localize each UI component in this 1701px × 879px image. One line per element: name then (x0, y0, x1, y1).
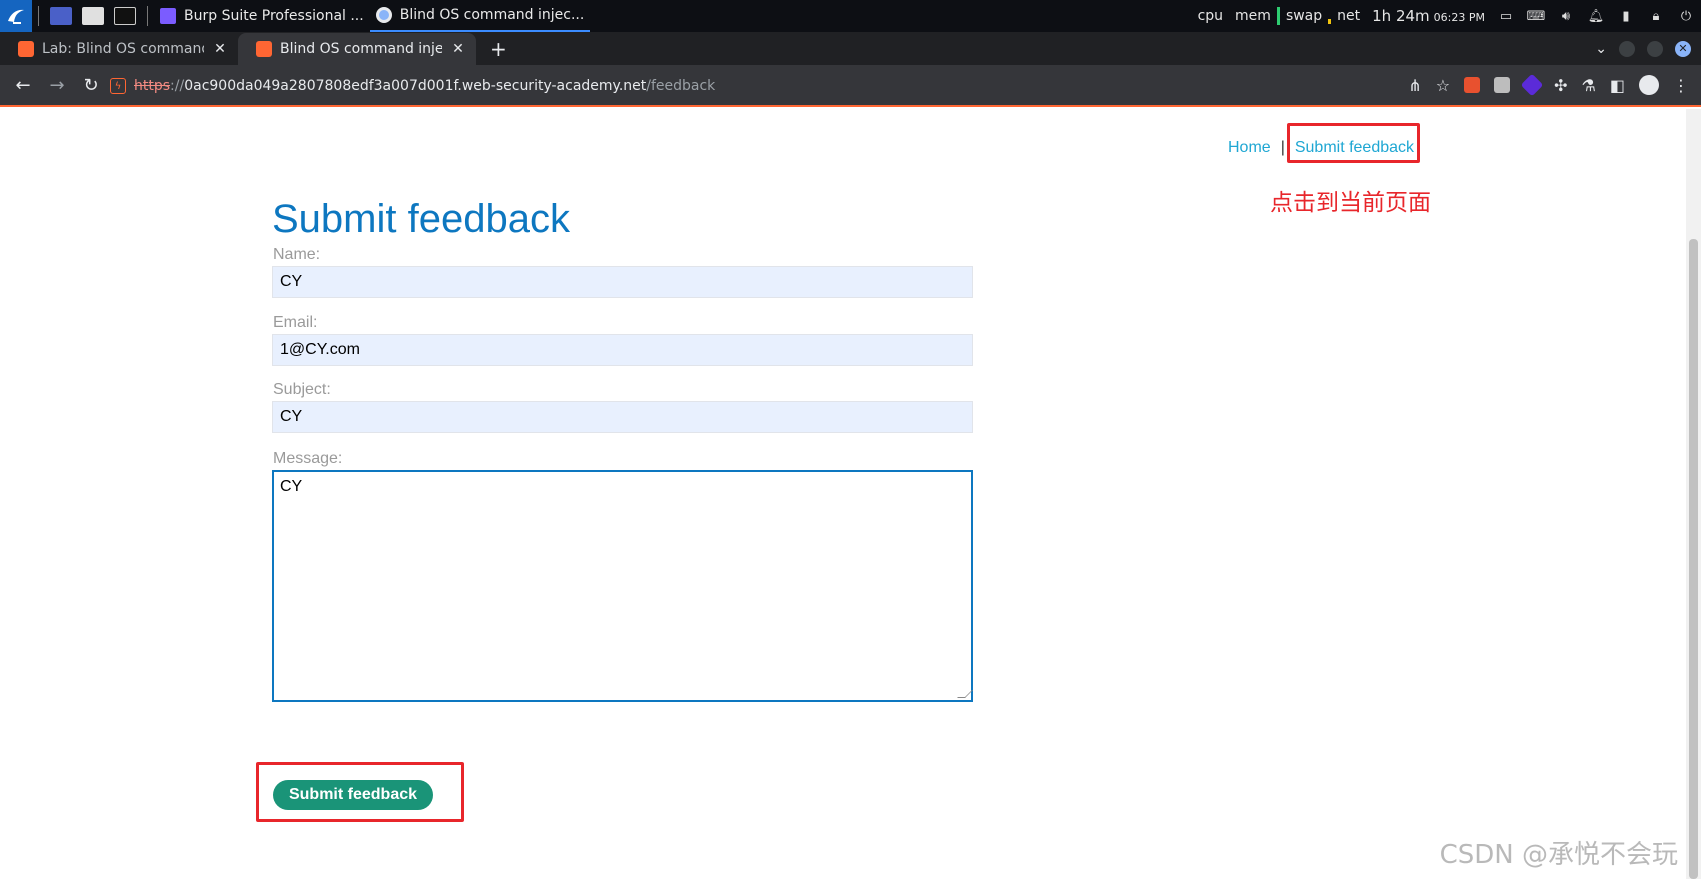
message-textarea[interactable]: CY (272, 470, 973, 702)
cpu-monitor: cpu (1197, 8, 1224, 24)
os-top-panel: Burp Suite Professional ... Blind OS com… (0, 0, 1701, 32)
system-tray: cpu mem swap net 1h 24m 06:23 PM ▭ ⌨ 🔊︎ 🔔… (1192, 0, 1701, 32)
bell-icon[interactable]: 🔔︎ (1587, 7, 1605, 25)
page-title: Submit feedback (272, 197, 570, 241)
clock[interactable]: 1h 24m 06:23 PM (1366, 7, 1491, 25)
name-label: Name: (273, 246, 321, 263)
sidepanel-icon[interactable]: ◧ (1610, 76, 1625, 95)
keyboard-icon[interactable]: ⌨ (1527, 7, 1546, 25)
email-label: Email: (273, 314, 318, 331)
share-icon[interactable]: ⋔ (1408, 76, 1421, 95)
subject-label: Subject: (273, 381, 331, 398)
scrollbar-thumb[interactable] (1689, 239, 1698, 879)
profile-avatar[interactable] (1639, 75, 1659, 95)
lock-icon[interactable]: 🔒︎ (1647, 7, 1665, 25)
power-icon[interactable]: ⏻ (1677, 7, 1695, 25)
url-host: 0ac900da049a2807808edf3a007d001f.web-sec… (184, 78, 647, 94)
web-page: Home | Submit feedback 点击到当前页面 Submit fe… (0, 109, 1686, 879)
browser-tab-strip: Lab: Blind OS command in ✕ Blind OS comm… (0, 32, 1701, 65)
page-scrollbar[interactable] (1686, 109, 1701, 879)
mem-monitor: mem (1235, 8, 1271, 24)
watermark: CSDN @承悦不会玩 (1439, 840, 1678, 870)
tab-title: Blind OS command injectio (280, 41, 442, 57)
panel-separator (147, 6, 148, 26)
reload-button[interactable]: ↻ (74, 68, 108, 102)
browser-toolbar: ← → ↻ ϟ https://0ac900da049a2807808edf3a… (0, 65, 1701, 107)
annotation-text: 点击到当前页面 (1270, 190, 1431, 216)
window-controls: ⌄ ✕ (1595, 32, 1691, 65)
kali-menu-icon[interactable] (0, 0, 32, 32)
volume-icon[interactable]: 🔊︎ (1557, 7, 1575, 25)
url-scheme: https (134, 78, 171, 94)
uptime: 1h 24m (1372, 7, 1430, 25)
battery-icon[interactable]: ▮ (1617, 7, 1635, 25)
close-window-button[interactable]: ✕ (1675, 40, 1691, 57)
maximize-button[interactable] (1647, 40, 1663, 57)
not-secure-icon[interactable]: ϟ (110, 78, 126, 94)
panel-separator (38, 6, 39, 26)
close-icon[interactable]: ✕ (450, 41, 466, 57)
flask-icon[interactable]: ⚗ (1582, 76, 1596, 95)
display-icon[interactable]: ▭ (1497, 7, 1515, 25)
taskbar-item-chrome[interactable]: Blind OS command injec... (369, 0, 591, 32)
portswigger-favicon-icon (18, 41, 34, 57)
menu-icon[interactable]: ⋮ (1673, 76, 1689, 95)
chevron-down-icon[interactable]: ⌄ (1595, 41, 1607, 57)
taskbar-item-label: Burp Suite Professional ... (184, 8, 364, 24)
net-monitor: net (1337, 8, 1361, 24)
message-label: Message: (273, 450, 343, 467)
url-path: /feedback (646, 78, 716, 94)
nav-home-link[interactable]: Home (1228, 139, 1271, 157)
file-manager-icon[interactable] (82, 7, 104, 25)
resize-handle[interactable] (957, 690, 973, 698)
taskbar-item-label: Blind OS command injec... (399, 7, 585, 23)
url-text[interactable]: https://0ac900da049a2807808edf3a007d001f… (134, 78, 715, 94)
chrome-icon (375, 7, 392, 23)
annotation-box (1287, 123, 1420, 163)
subject-field[interactable]: CY (272, 401, 973, 433)
tab-blind-os[interactable]: Blind OS command injectio ✕ (238, 33, 476, 65)
tab-title: Lab: Blind OS command in (42, 41, 204, 57)
email-field[interactable]: 1@CY.com (272, 334, 973, 366)
puzzle-icon[interactable]: ✣ (1554, 76, 1567, 95)
workspace-icon[interactable] (50, 7, 72, 25)
time: 06:23 PM (1433, 11, 1485, 24)
extension-icon[interactable] (1520, 73, 1544, 97)
url-separator: :// (170, 78, 185, 94)
close-icon[interactable]: ✕ (212, 41, 228, 57)
new-tab-button[interactable]: + (490, 33, 507, 65)
toolbar-actions: ⋔ ☆ ✣ ⚗ ◧ ⋮ (1408, 65, 1689, 105)
name-field[interactable]: CY (272, 266, 973, 298)
extension-icon[interactable] (1464, 77, 1481, 93)
forward-button[interactable]: → (40, 68, 74, 102)
portswigger-favicon-icon (256, 41, 272, 57)
address-bar[interactable]: ϟ https://0ac900da049a2807808edf3a007d00… (110, 69, 1400, 103)
tab-lab[interactable]: Lab: Blind OS command in ✕ (0, 33, 238, 65)
star-icon[interactable]: ☆ (1436, 76, 1450, 95)
back-button[interactable]: ← (6, 68, 40, 102)
extension-icon[interactable] (1494, 77, 1511, 93)
minimize-button[interactable] (1619, 40, 1635, 57)
message-text: CY (280, 478, 303, 495)
nav-separator: | (1280, 139, 1285, 156)
burp-icon (160, 8, 176, 24)
swap-monitor: swap (1285, 8, 1323, 24)
annotation-box (256, 762, 464, 822)
taskbar-item-burp[interactable]: Burp Suite Professional ... (154, 0, 370, 32)
terminal-icon[interactable] (114, 7, 136, 25)
